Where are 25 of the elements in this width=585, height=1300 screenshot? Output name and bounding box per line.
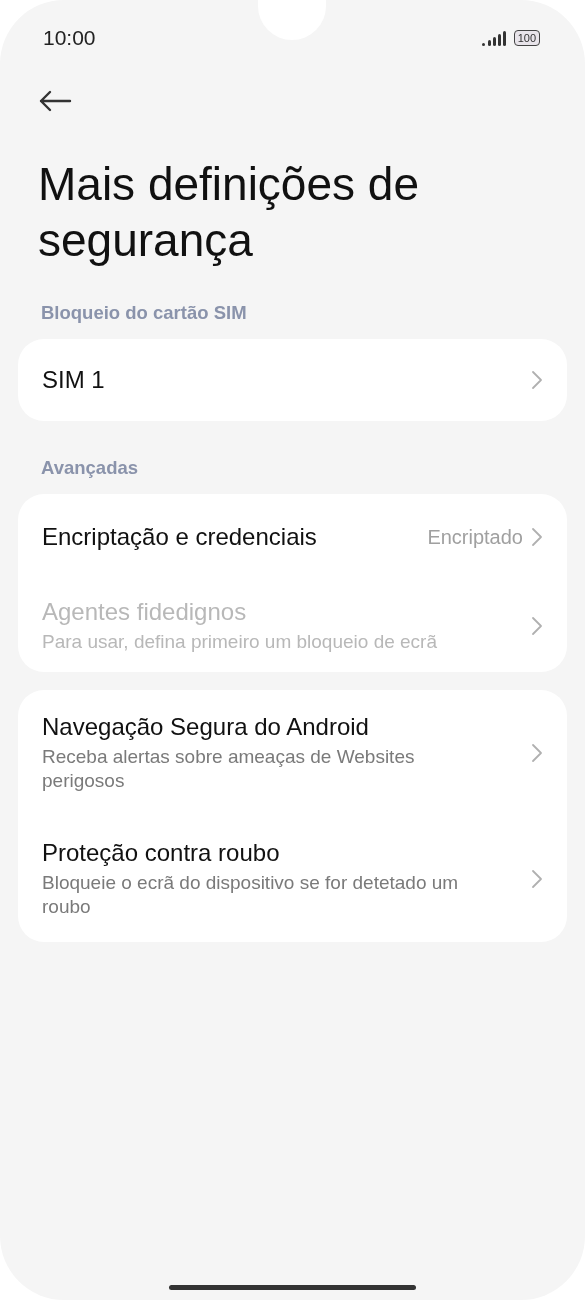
settings-row[interactable]: Proteção contra roubo Bloqueie o ecrã do dispositivo se for detetado um roubo xyxy=(18,816,567,942)
battery-level: 100 xyxy=(513,30,540,46)
chevron-right-icon xyxy=(531,527,543,547)
row-value: Encriptado xyxy=(427,525,523,549)
section-header: Avançadas xyxy=(41,456,139,480)
chevron-right-icon xyxy=(531,616,543,636)
settings-row[interactable]: SIM 1 xyxy=(18,339,567,421)
settings-row[interactable]: Encriptação e credenciais Encriptado xyxy=(18,494,567,580)
back-arrow-icon xyxy=(38,89,72,113)
row-subtitle: Para usar, defina primeiro um bloqueio de ecrã xyxy=(42,630,438,654)
row-title: Encriptação e credenciais xyxy=(42,523,318,551)
page-title: Mais definições de segurança xyxy=(38,157,420,268)
row-subtitle: Receba alertas sobre ameaças de Websites perigosos xyxy=(42,745,416,793)
settings-row[interactable]: Navegação Segura do Android Receba alertas sobre ameaças de Websites perigosos xyxy=(18,690,567,816)
row-title: Agentes fidedignos xyxy=(42,598,248,626)
row-title: Proteção contra roubo xyxy=(42,839,281,867)
chevron-right-icon xyxy=(531,370,543,390)
signal-icon xyxy=(481,29,508,47)
section-header: Bloqueio do cartão SIM xyxy=(41,301,248,325)
row-title: SIM 1 xyxy=(42,366,106,394)
chevron-right-icon xyxy=(531,743,543,763)
row-subtitle: Bloqueie o ecrã do dispositivo se for detetado um roubo xyxy=(42,871,460,919)
status-time: 10:00 xyxy=(43,26,96,50)
row-title: Navegação Segura do Android xyxy=(42,713,370,741)
chevron-right-icon xyxy=(531,869,543,889)
